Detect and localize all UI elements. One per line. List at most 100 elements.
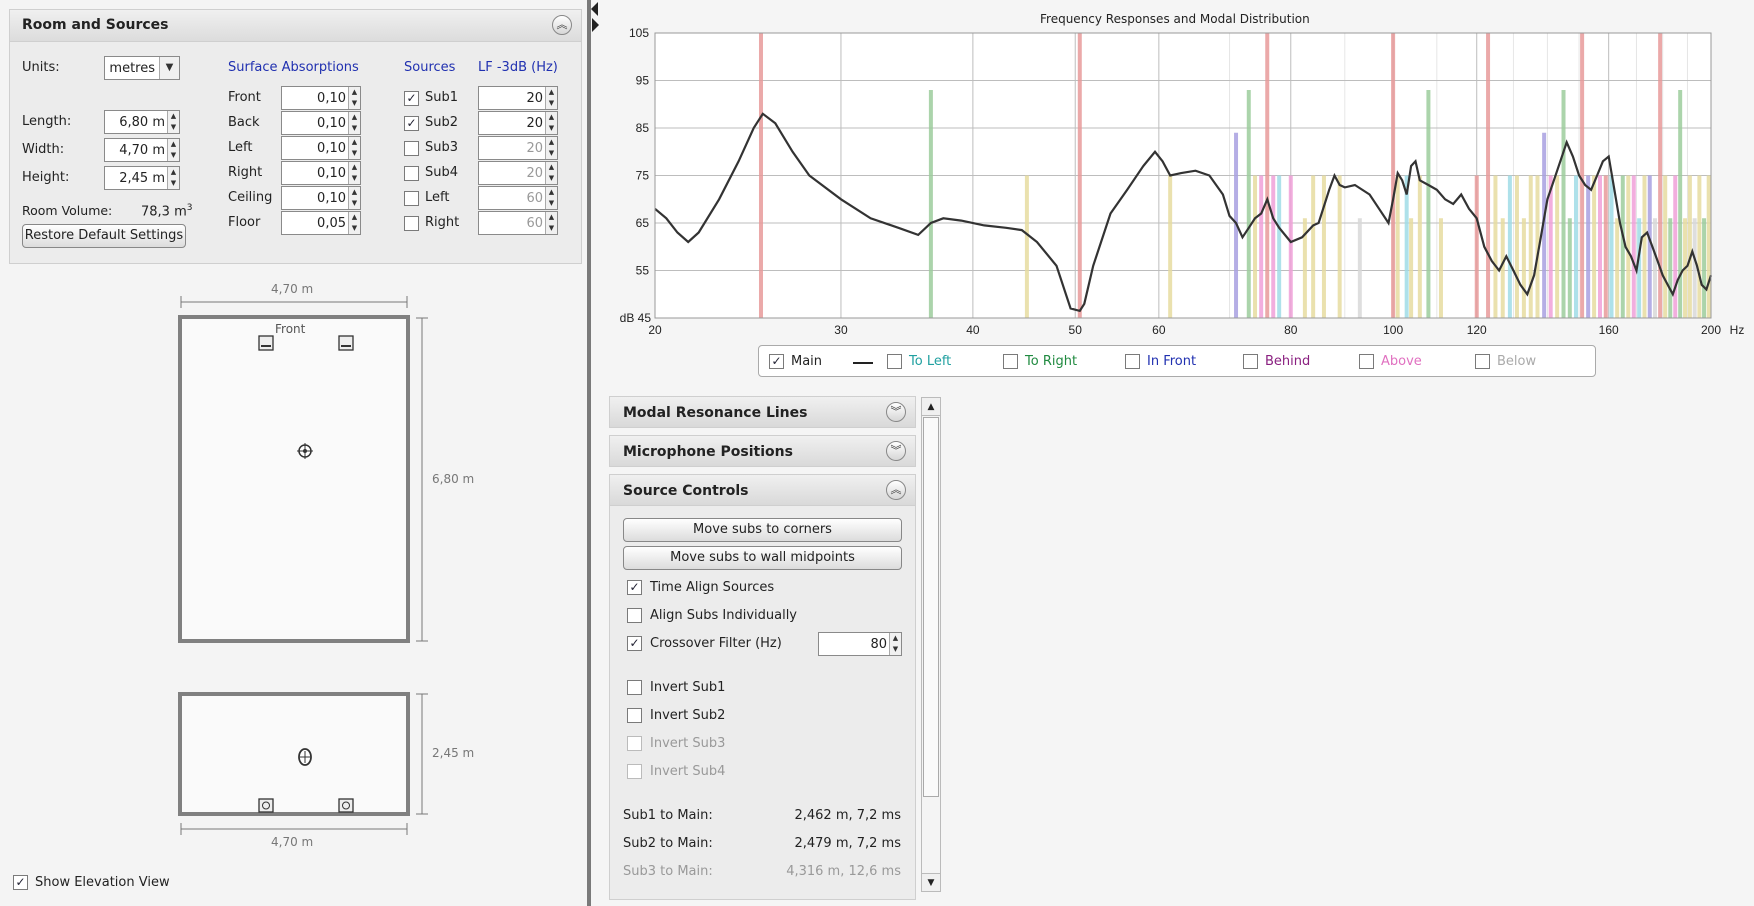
expand-right-arrow-icon[interactable] xyxy=(592,18,599,32)
sub1-elevation-icon[interactable] xyxy=(258,798,274,813)
surface-absorption-stepper[interactable]: 0,10 ▲ ▼ xyxy=(281,136,361,160)
source-lf-stepper[interactable]: 20 ▲ ▼ xyxy=(478,136,558,160)
surface-absorption-value: 0,10 xyxy=(317,141,346,156)
stepper-arrows-icon[interactable]: ▲ ▼ xyxy=(545,212,557,234)
legend-checkbox[interactable]: ✓ xyxy=(769,354,784,369)
surface-label: Front xyxy=(228,90,261,105)
stepper-arrows-icon[interactable]: ▲ ▼ xyxy=(545,187,557,209)
legend-checkbox[interactable] xyxy=(1003,354,1018,369)
surface-absorption-stepper[interactable]: 0,05 ▲ ▼ xyxy=(281,211,361,235)
source-lf-stepper[interactable]: 20 ▲ ▼ xyxy=(478,161,558,185)
microphone-positions-title: Microphone Positions xyxy=(623,444,793,460)
surface-absorption-stepper[interactable]: 0,10 ▲ ▼ xyxy=(281,186,361,210)
collapse-left-arrow-icon[interactable] xyxy=(591,2,598,16)
height-stepper[interactable]: 2,45 m ▲ ▼ xyxy=(104,166,180,190)
scroll-thumb[interactable] xyxy=(923,417,939,797)
length-value: 6,80 m xyxy=(119,115,165,130)
legend-checkbox[interactable] xyxy=(887,354,902,369)
chevron-down-icon[interactable]: ▼ xyxy=(159,57,179,79)
stepper-arrows-icon[interactable]: ▲ ▼ xyxy=(167,167,179,189)
x-tick-label: 120 xyxy=(1467,323,1487,337)
move-subs-midpoints-button[interactable]: Move subs to wall midpoints xyxy=(623,546,902,570)
source-checkbox[interactable]: ✓ xyxy=(404,91,419,106)
units-select[interactable]: metres ▼ xyxy=(104,56,180,80)
source-controls-header[interactable]: Source Controls ︽ xyxy=(609,474,916,506)
source-lf-stepper[interactable]: 20 ▲ ▼ xyxy=(478,86,558,110)
source-lf-stepper[interactable]: 20 ▲ ▼ xyxy=(478,111,558,135)
legend-label: Below xyxy=(1497,354,1537,369)
source-lf-value: 20 xyxy=(526,116,543,131)
legend-checkbox[interactable] xyxy=(1125,354,1140,369)
length-stepper[interactable]: 6,80 m ▲ ▼ xyxy=(104,110,180,134)
source-checkbox[interactable]: ✓ xyxy=(404,116,419,131)
stepper-arrows-icon[interactable]: ▲ ▼ xyxy=(167,111,179,133)
surface-absorption-stepper[interactable]: 0,10 ▲ ▼ xyxy=(281,161,361,185)
crossover-checkbox[interactable]: ✓ xyxy=(627,636,642,651)
width-stepper[interactable]: 4,70 m ▲ ▼ xyxy=(104,138,180,162)
source-controls-scrollbar[interactable]: ▲ ▼ xyxy=(921,397,941,892)
source-lf-value: 60 xyxy=(526,191,543,206)
surface-absorption-stepper[interactable]: 0,10 ▲ ▼ xyxy=(281,111,361,135)
source-lf-stepper[interactable]: 60 ▲ ▼ xyxy=(478,211,558,235)
surface-absorption-value: 0,10 xyxy=(317,191,346,206)
invert-sub-checkbox[interactable] xyxy=(627,680,642,695)
collapse-up-icon[interactable]: ︽ xyxy=(886,480,906,500)
scroll-up-icon[interactable]: ▲ xyxy=(922,398,940,416)
units-value: metres xyxy=(109,61,155,76)
invert-sub-checkbox[interactable] xyxy=(627,708,642,723)
main-line-swatch xyxy=(853,362,873,364)
frequency-response-chart[interactable]: 105 95 85 75 65 55 dB 4520 30 40 50 60 80 100 120 160 2… xyxy=(600,24,1750,344)
mode-bar xyxy=(1702,218,1707,318)
stepper-arrows-icon[interactable]: ▲ ▼ xyxy=(348,87,360,109)
scroll-down-icon[interactable]: ▼ xyxy=(922,873,940,891)
lf-header: LF -3dB (Hz) xyxy=(478,60,558,75)
time-align-checkbox[interactable]: ✓ xyxy=(627,580,642,595)
invert-sub-checkbox[interactable] xyxy=(627,764,642,779)
mode-bar xyxy=(1678,90,1683,318)
microphone-elevation-icon[interactable] xyxy=(298,748,312,766)
stepper-arrows-icon[interactable]: ▲ ▼ xyxy=(348,212,360,234)
stepper-arrows-icon[interactable]: ▲ ▼ xyxy=(348,187,360,209)
legend-checkbox[interactable] xyxy=(1359,354,1374,369)
legend-checkbox[interactable] xyxy=(1475,354,1490,369)
stepper-arrows-icon[interactable]: ▲ ▼ xyxy=(348,137,360,159)
source-lf-stepper[interactable]: 60 ▲ ▼ xyxy=(478,186,558,210)
invert-sub-label: Invert Sub4 xyxy=(650,764,726,779)
show-elevation-checkbox[interactable]: ✓ xyxy=(13,875,28,890)
collapse-up-icon[interactable]: ︽ xyxy=(552,15,572,35)
source-checkbox[interactable] xyxy=(404,216,419,231)
mode-bar xyxy=(1668,218,1673,318)
mode-bar xyxy=(1514,175,1519,318)
microphone-positions-header[interactable]: Microphone Positions ︾ xyxy=(609,435,916,467)
align-individually-checkbox[interactable] xyxy=(627,608,642,623)
crossover-stepper[interactable]: 80 ▲ ▼ xyxy=(818,632,902,656)
source-checkbox[interactable] xyxy=(404,166,419,181)
surface-absorption-value: 0,10 xyxy=(317,116,346,131)
legend-checkbox[interactable] xyxy=(1243,354,1258,369)
stepper-arrows-icon[interactable]: ▲ ▼ xyxy=(348,162,360,184)
left-panel: Room and Sources ︽ Units: metres ▼ Lengt… xyxy=(0,0,587,906)
stepper-arrows-icon[interactable]: ▲ ▼ xyxy=(167,139,179,161)
splitter[interactable] xyxy=(587,0,591,906)
expand-down-icon[interactable]: ︾ xyxy=(886,441,906,461)
surface-absorption-stepper[interactable]: 0,10 ▲ ▼ xyxy=(281,86,361,110)
stepper-arrows-icon[interactable]: ▲ ▼ xyxy=(545,162,557,184)
modal-resonance-lines-header[interactable]: Modal Resonance Lines ︾ xyxy=(609,396,916,428)
room-elevation-view[interactable] xyxy=(160,685,450,845)
restore-defaults-button[interactable]: Restore Default Settings xyxy=(22,224,186,248)
stepper-arrows-icon[interactable]: ▲ ▼ xyxy=(545,137,557,159)
sub2-speaker-icon[interactable] xyxy=(338,335,354,351)
stepper-arrows-icon[interactable]: ▲ ▼ xyxy=(889,633,901,655)
sub1-speaker-icon[interactable] xyxy=(258,335,274,351)
sub2-elevation-icon[interactable] xyxy=(338,798,354,813)
source-checkbox[interactable] xyxy=(404,191,419,206)
stepper-arrows-icon[interactable]: ▲ ▼ xyxy=(545,112,557,134)
stepper-arrows-icon[interactable]: ▲ ▼ xyxy=(545,87,557,109)
invert-sub-checkbox[interactable] xyxy=(627,736,642,751)
stepper-arrows-icon[interactable]: ▲ ▼ xyxy=(348,112,360,134)
move-subs-corners-button[interactable]: Move subs to corners xyxy=(623,518,902,542)
room-panel-header[interactable]: Room and Sources ︽ xyxy=(10,10,581,42)
expand-down-icon[interactable]: ︾ xyxy=(886,402,906,422)
legend-label: In Front xyxy=(1147,354,1197,369)
source-checkbox[interactable] xyxy=(404,141,419,156)
